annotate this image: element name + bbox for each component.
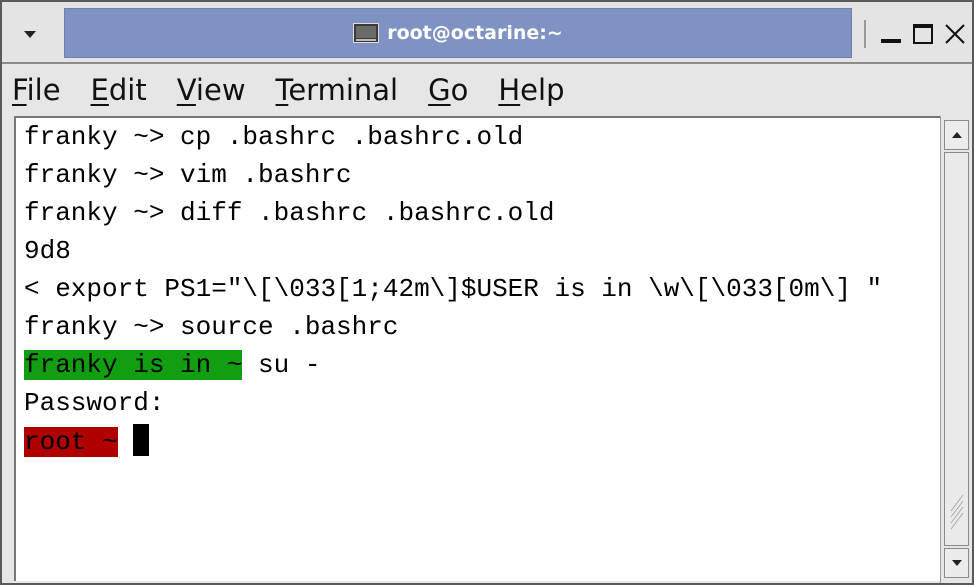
menu-view-mnemonic: V xyxy=(176,72,196,107)
menu-file[interactable]: File xyxy=(12,72,61,107)
terminal-line: franky ~> source .bashrc xyxy=(24,312,399,342)
menu-file-mnemonic: F xyxy=(12,72,27,107)
menu-terminal[interactable]: Terminal xyxy=(275,72,399,107)
close-icon xyxy=(945,24,965,44)
menu-go[interactable]: Go xyxy=(428,72,469,107)
maximize-button[interactable] xyxy=(906,14,940,54)
scroll-up-button[interactable] xyxy=(944,120,969,150)
menu-bar: File Edit View Terminal Go Help xyxy=(2,64,972,116)
terminal-window: root@octarine:~ File Edit View Terminal … xyxy=(0,0,974,585)
menu-file-label: ile xyxy=(26,72,61,107)
menu-terminal-label: erminal xyxy=(288,72,399,107)
menu-terminal-mnemonic: T xyxy=(275,72,289,107)
terminal-output[interactable]: franky ~> cp .bashrc .bashrc.old franky … xyxy=(14,116,940,581)
scroll-down-button[interactable] xyxy=(944,548,969,578)
terminal-line: franky ~> vim .bashrc xyxy=(24,160,352,190)
minimize-icon xyxy=(881,39,901,43)
maximize-icon xyxy=(913,24,933,44)
title-separator xyxy=(864,20,866,48)
menu-go-mnemonic: G xyxy=(428,72,451,107)
menu-help[interactable]: Help xyxy=(498,72,565,107)
password-line: Password: xyxy=(24,388,165,418)
menu-view-label: iew xyxy=(195,72,246,107)
window-menu-button[interactable] xyxy=(10,14,50,54)
arrow-up-icon xyxy=(951,132,962,138)
terminal-line: franky ~> cp .bashrc .bashrc.old xyxy=(24,122,524,152)
chevron-down-icon xyxy=(24,31,36,38)
terminal-line: < export PS1="\[\033[1;42m\]$USER is in … xyxy=(24,274,883,304)
green-prompt: franky is in ~ xyxy=(24,350,243,380)
terminal-line-prompt: franky is in ~ su - xyxy=(24,348,320,382)
terminal-line: franky ~> diff .bashrc .bashrc.old xyxy=(24,198,555,228)
title-bar[interactable]: root@octarine:~ xyxy=(2,2,972,64)
vertical-scrollbar[interactable] xyxy=(940,116,972,583)
text-cursor xyxy=(133,424,150,456)
terminal-line-root: root ~ xyxy=(24,424,150,458)
scroll-thumb[interactable] xyxy=(944,152,969,546)
title-strip: root@octarine:~ xyxy=(64,8,852,58)
prompt-command: su - xyxy=(242,350,321,380)
arrow-down-icon xyxy=(951,560,962,566)
menu-edit[interactable]: Edit xyxy=(90,72,147,107)
menu-help-label: elp xyxy=(520,72,565,107)
menu-edit-label: dit xyxy=(108,72,147,107)
terminal-icon xyxy=(353,23,380,43)
terminal-line: 9d8 xyxy=(24,236,71,266)
window-title: root@octarine:~ xyxy=(387,22,563,44)
menu-go-label: o xyxy=(450,72,469,107)
grip-icon xyxy=(950,494,964,530)
minimize-button[interactable] xyxy=(874,14,908,54)
close-button[interactable] xyxy=(938,14,972,54)
menu-view[interactable]: View xyxy=(176,72,246,107)
root-prompt: root ~ xyxy=(24,427,118,457)
menu-edit-mnemonic: E xyxy=(90,72,109,107)
menu-help-mnemonic: H xyxy=(498,72,521,107)
